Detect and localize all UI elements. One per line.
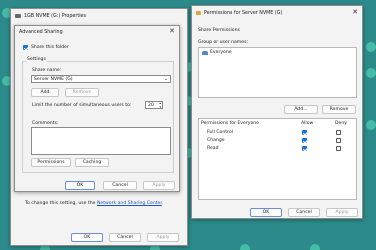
permissions-window: Permissions for Server NVME (G) ✕ Share … <box>191 5 363 219</box>
limit-users-spinner[interactable]: 20 ▴ ▾ <box>145 101 163 109</box>
properties-titlebar: 1GB NVME (G:) Properties <box>11 9 187 23</box>
limit-users-value: 20 <box>148 102 154 108</box>
perm-add-button[interactable]: Add... <box>284 105 318 114</box>
deny-full-control-checkbox[interactable] <box>336 130 341 135</box>
folder-share-icon <box>196 11 201 15</box>
permissions-title: Permissions for Server NVME (G) <box>204 10 283 16</box>
desktop-icon <box>310 244 320 250</box>
permissions-ok-button[interactable]: OK <box>250 208 282 217</box>
permissions-button[interactable]: Permissions <box>31 158 71 167</box>
advanced-sharing-titlebar: Advanced Sharing <box>15 26 179 38</box>
advanced-apply-button[interactable]: Apply <box>143 181 175 190</box>
share-folder-checkbox[interactable] <box>23 45 28 50</box>
advanced-cancel-button[interactable]: Cancel <box>103 181 137 190</box>
comments-label: Comments: <box>32 121 59 126</box>
close-icon[interactable]: ✕ <box>169 27 175 36</box>
chevron-down-icon: ⌄ <box>163 75 168 82</box>
perm-remove-button[interactable]: Remove <box>322 105 356 114</box>
network-sharing-center-link[interactable]: Network and Sharing Center <box>97 201 162 206</box>
desktop-icon <box>366 42 376 52</box>
user-name: Everyone <box>210 50 232 55</box>
caching-button[interactable]: Caching <box>75 158 109 167</box>
share-folder-label: Share this folder <box>31 45 69 50</box>
properties-title: 1GB NVME (G:) Properties <box>24 13 86 19</box>
deny-header: Deny <box>335 121 347 126</box>
desktop-icon <box>366 120 376 130</box>
list-item[interactable]: Everyone <box>202 50 232 55</box>
properties-apply-button[interactable]: Apply <box>147 233 179 242</box>
permissions-titlebar: Permissions for Server NVME (G) <box>192 6 362 20</box>
share-name-label: Share name: <box>32 68 62 73</box>
permissions-apply-button[interactable]: Apply <box>326 208 358 217</box>
users-list[interactable]: Everyone <box>198 47 357 98</box>
perm-name-full-control: Full Control <box>207 130 233 135</box>
close-icon[interactable]: ✕ <box>352 8 358 17</box>
properties-cancel-button[interactable]: Cancel <box>109 233 141 242</box>
deny-change-checkbox[interactable] <box>336 138 341 143</box>
limit-users-label: Limit the number of simultaneous users t… <box>32 103 132 108</box>
allow-change-checkbox[interactable] <box>302 138 307 143</box>
drive-icon <box>15 14 21 18</box>
share-remove-button[interactable]: Remove <box>65 88 99 97</box>
share-name-combobox[interactable]: Server NVME (G) ⌄ <box>31 75 171 83</box>
settings-label: Settings <box>26 57 47 62</box>
allow-read-checkbox[interactable] <box>302 146 307 151</box>
perm-header: Permissions for Everyone <box>201 121 260 126</box>
share-add-button[interactable]: Add <box>31 88 59 97</box>
desktop-icon <box>366 68 376 78</box>
permissions-cancel-button[interactable]: Cancel <box>288 208 320 217</box>
group-names-label: Group or user names: <box>198 40 249 45</box>
properties-ok-button[interactable]: OK <box>71 233 103 242</box>
advanced-sharing-title: Advanced Sharing <box>19 29 63 35</box>
desktop-icon <box>240 244 250 250</box>
share-name-value: Server NVME (G) <box>34 76 73 82</box>
allow-full-control-checkbox[interactable] <box>302 130 307 135</box>
comments-textarea[interactable] <box>31 127 171 155</box>
allow-header: Allow <box>301 121 314 126</box>
perm-name-read: Read <box>207 146 219 151</box>
advanced-sharing-dialog: Advanced Sharing ✕ Share this folder Set… <box>14 25 180 192</box>
perm-name-change: Change <box>207 138 225 143</box>
spinner-arrows-icon: ▴ ▾ <box>159 101 161 109</box>
deny-read-checkbox[interactable] <box>336 146 341 151</box>
permissions-table: Permissions for Everyone Allow Deny Full… <box>198 118 357 200</box>
network-center-note: To change this setting, use the Network … <box>25 201 164 206</box>
advanced-ok-button[interactable]: OK <box>65 181 95 190</box>
tab-share-permissions[interactable]: Share Permissions <box>198 28 240 33</box>
users-icon <box>202 50 208 55</box>
